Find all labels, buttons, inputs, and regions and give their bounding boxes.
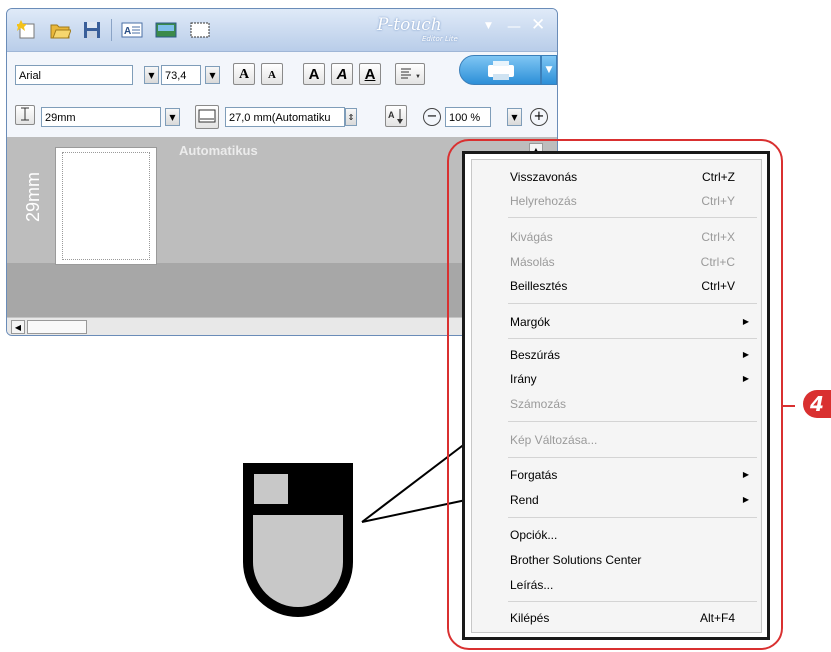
submenu-arrow-icon: ▶ (742, 350, 749, 359)
menu-separator (508, 421, 757, 422)
menu-item-rotate[interactable]: Forgatás ▶ (472, 464, 761, 486)
menu-item-copy[interactable]: Másolás Ctrl+C (472, 251, 761, 273)
menu-item-paste[interactable]: Beillesztés Ctrl+V (472, 275, 761, 297)
callout-connector (783, 405, 795, 407)
submenu-arrow-icon: ▶ (742, 374, 749, 383)
menu-item-brother-solutions-center[interactable]: Brother Solutions Center (472, 549, 761, 571)
context-menu: Visszavonás Ctrl+Z Helyrehozás Ctrl+Y Kivá… (471, 159, 762, 633)
submenu-arrow-icon: ▶ (742, 470, 749, 479)
menu-item-direction[interactable]: Irány ▶ (472, 368, 761, 390)
menu-item-help[interactable]: Leírás... (472, 574, 761, 596)
menu-item-cut[interactable]: Kivágás Ctrl+X (472, 226, 761, 248)
menu-separator (508, 601, 757, 602)
submenu-arrow-icon: ▶ (742, 317, 749, 326)
menu-item-change-image[interactable]: Kép Változása... (472, 429, 761, 451)
menu-item-undo[interactable]: Visszavonás Ctrl+Z (472, 166, 761, 188)
menu-item-exit[interactable]: Kilépés Alt+F4 (472, 607, 761, 629)
menu-item-options[interactable]: Opciók... (472, 524, 761, 546)
menu-item-numbering[interactable]: Számozás (472, 393, 761, 415)
menu-separator (508, 338, 757, 339)
menu-item-order[interactable]: Rend ▶ (472, 489, 761, 511)
menu-separator (508, 303, 757, 304)
menu-separator (508, 217, 757, 218)
menu-item-margins[interactable]: Margók ▶ (472, 311, 761, 333)
menu-item-redo[interactable]: Helyrehozás Ctrl+Y (472, 190, 761, 212)
menu-separator (508, 517, 757, 518)
callout-number-badge: 4 (803, 390, 831, 418)
submenu-arrow-icon: ▶ (742, 495, 749, 504)
menu-separator (508, 457, 757, 458)
mouse-icon (242, 462, 354, 622)
menu-item-insert[interactable]: Beszúrás ▶ (472, 344, 761, 366)
